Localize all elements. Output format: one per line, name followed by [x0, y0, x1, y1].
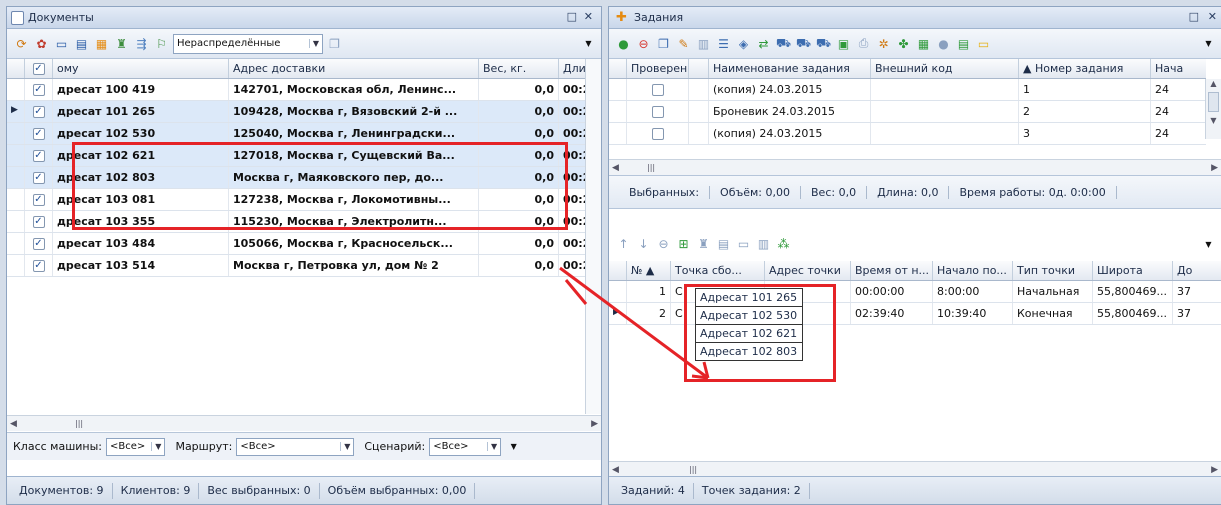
- drag-arrow-line: [559, 266, 709, 380]
- drag-preview-item: Адресат 102 803: [700, 345, 798, 358]
- drag-preview-item: Адресат 102 530: [696, 307, 802, 325]
- drag-preview-item: Адресат 102 621: [696, 325, 802, 343]
- drag-arrow: [559, 266, 710, 380]
- drag-preview-list: Адресат 101 265 Адресат 102 530 Адресат 10…: [695, 288, 803, 361]
- drag-preview-item: Адресат 101 265: [696, 289, 802, 307]
